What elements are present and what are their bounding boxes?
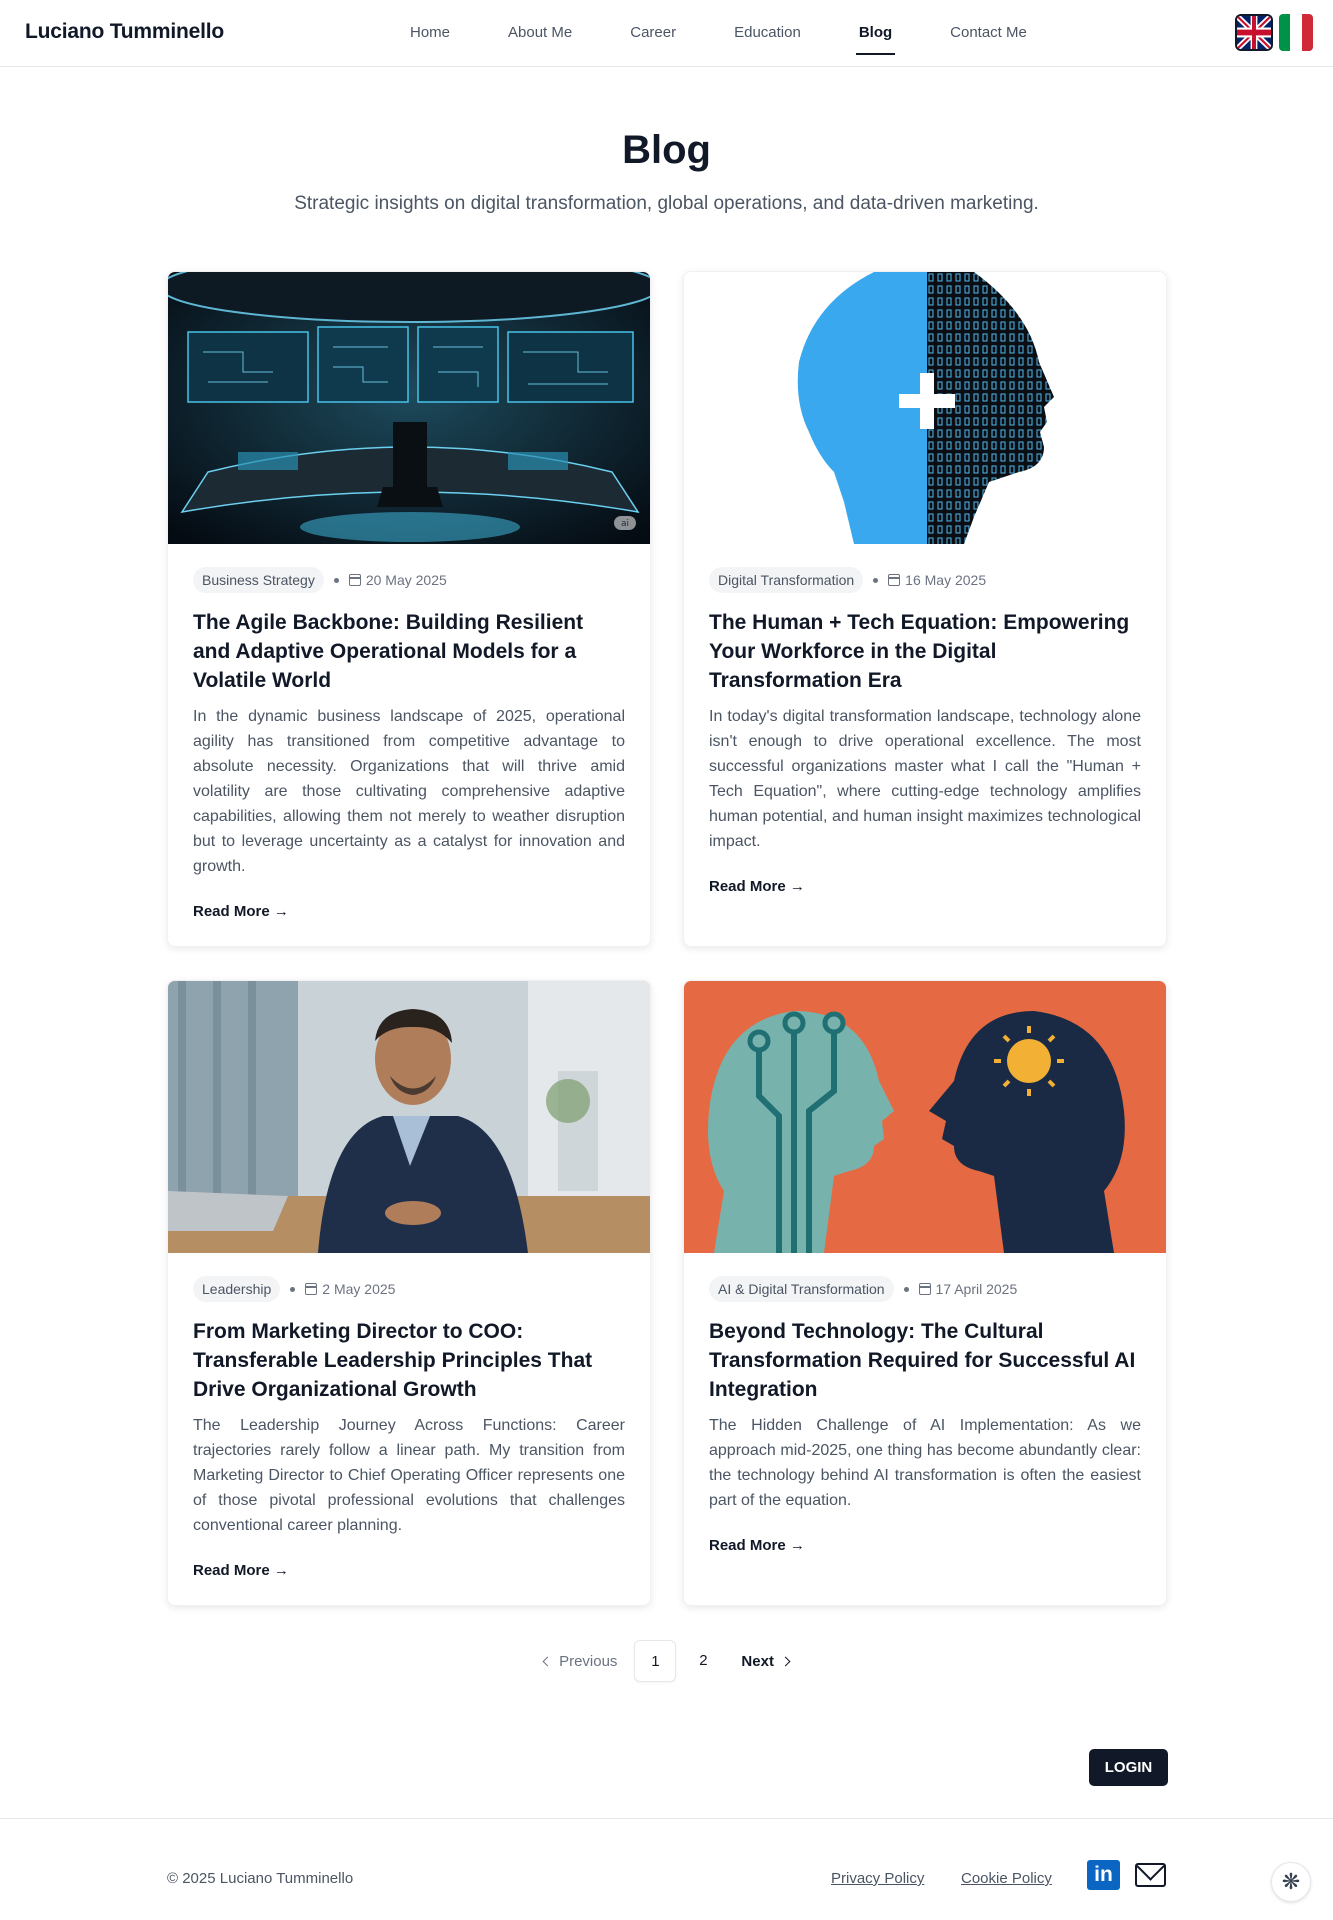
- separator-dot: [333, 577, 339, 583]
- chevron-right-icon: [780, 1656, 791, 1666]
- site-header: Luciano Tumminello Home About Me Career …: [0, 0, 1333, 67]
- post-excerpt: In today's digital transformation landsc…: [709, 708, 1141, 850]
- post-meta: AI & Digital Transformation 17 April 202…: [709, 1275, 1141, 1303]
- post-title[interactable]: Beyond Technology: The Cultural Transfor…: [709, 1317, 1141, 1404]
- privacy-policy-link[interactable]: Privacy Policy: [831, 1870, 924, 1887]
- cookie-policy-link[interactable]: Cookie Policy: [961, 1870, 1052, 1887]
- nav-education[interactable]: Education: [714, 0, 821, 67]
- page-subtitle: Strategic insights on digital transforma…: [294, 193, 1039, 214]
- post-excerpt: In the dynamic business landscape of 202…: [193, 708, 625, 875]
- nav-about-me[interactable]: About Me: [488, 0, 592, 67]
- post-date: 16 May 2025: [905, 572, 987, 588]
- uk-flag-icon[interactable]: [1235, 14, 1273, 51]
- post-title[interactable]: The Human + Tech Equation: Empowering Yo…: [709, 608, 1141, 695]
- category-tag[interactable]: AI & Digital Transformation: [709, 1276, 894, 1302]
- nav-career[interactable]: Career: [610, 0, 696, 67]
- italy-flag-icon[interactable]: [1279, 14, 1313, 51]
- post-date: 20 May 2025: [365, 572, 447, 588]
- post-date: 17 April 2025: [935, 1281, 1018, 1297]
- card-body: Digital Transformation 16 May 2025 The H…: [684, 544, 1166, 896]
- page-1-button[interactable]: 1: [634, 1640, 677, 1682]
- read-more-link[interactable]: Read More →: [193, 1562, 289, 1579]
- blog-card: Digital Transformation 16 May 2025 The H…: [683, 271, 1167, 947]
- previous-page-button[interactable]: Previous: [530, 1653, 631, 1670]
- login-button[interactable]: LOGIN: [1089, 1749, 1168, 1786]
- read-more-link[interactable]: Read More →: [709, 1537, 805, 1554]
- calendar-icon: [348, 574, 361, 586]
- post-excerpt: The Leadership Journey Across Functions:…: [193, 1417, 625, 1534]
- chat-assistant-icon[interactable]: ❋: [1271, 1862, 1311, 1902]
- card-body: Business Strategy 20 May 2025 The Agile …: [168, 544, 650, 921]
- previous-label: Previous: [559, 1652, 618, 1670]
- calendar-icon: [888, 574, 901, 586]
- blog-card: AI & Digital Transformation 17 April 202…: [683, 980, 1167, 1606]
- post-meta: Business Strategy 20 May 2025: [193, 566, 625, 594]
- brand-name[interactable]: Luciano Tumminello: [25, 20, 224, 44]
- main-nav: Home About Me Career Education Blog Cont…: [390, 0, 1065, 67]
- card-body: AI & Digital Transformation 17 April 202…: [684, 1253, 1166, 1555]
- separator-dot: [290, 1286, 296, 1292]
- post-title[interactable]: From Marketing Director to COO: Transfer…: [193, 1317, 625, 1404]
- calendar-icon: [918, 1283, 931, 1295]
- blog-card: ai Business Strategy 20 May 2025 The Agi…: [167, 271, 651, 947]
- site-footer: © 2025 Luciano Tumminello Privacy Policy…: [0, 1818, 1333, 1920]
- post-meta: Digital Transformation 16 May 2025: [709, 566, 1141, 594]
- copyright-text: © 2025 Luciano Tumminello: [167, 1870, 354, 1887]
- language-switcher: [1235, 14, 1313, 51]
- category-tag[interactable]: Leadership: [193, 1276, 281, 1302]
- pagination: Previous 1 2 Next: [0, 1640, 1333, 1682]
- post-date: 2 May 2025: [322, 1281, 396, 1297]
- separator-dot: [873, 577, 879, 583]
- category-tag[interactable]: Digital Transformation: [709, 567, 864, 593]
- chevron-left-icon: [542, 1656, 553, 1666]
- post-excerpt: The Hidden Challenge of AI Implementatio…: [709, 1417, 1141, 1509]
- post-image-human-tech-head[interactable]: [684, 272, 1167, 544]
- page-2-button[interactable]: 2: [682, 1640, 724, 1682]
- category-tag[interactable]: Business Strategy: [193, 567, 324, 593]
- post-image-executive-portrait[interactable]: [168, 981, 651, 1253]
- card-body: Leadership 2 May 2025 From Marketing Dir…: [168, 1253, 650, 1580]
- next-label: Next: [741, 1652, 774, 1670]
- read-more-link[interactable]: Read More →: [709, 878, 805, 895]
- post-image-control-room[interactable]: ai: [168, 272, 651, 544]
- next-page-button[interactable]: Next: [727, 1653, 803, 1670]
- nav-contact-me[interactable]: Contact Me: [930, 0, 1047, 67]
- nav-blog[interactable]: Blog: [839, 0, 912, 67]
- mail-icon[interactable]: [1135, 1863, 1166, 1887]
- post-title[interactable]: The Agile Backbone: Building Resilient a…: [193, 608, 625, 695]
- separator-dot: [903, 1286, 909, 1292]
- blog-card: Leadership 2 May 2025 From Marketing Dir…: [167, 980, 651, 1606]
- calendar-icon: [305, 1283, 318, 1295]
- post-image-ai-culture-heads[interactable]: [684, 981, 1167, 1253]
- nav-home[interactable]: Home: [390, 0, 470, 67]
- ai-badge: ai: [621, 519, 629, 529]
- post-meta: Leadership 2 May 2025: [193, 1275, 625, 1303]
- page-title: Blog: [622, 128, 711, 172]
- linkedin-icon[interactable]: in: [1087, 1860, 1120, 1890]
- read-more-link[interactable]: Read More →: [193, 903, 289, 920]
